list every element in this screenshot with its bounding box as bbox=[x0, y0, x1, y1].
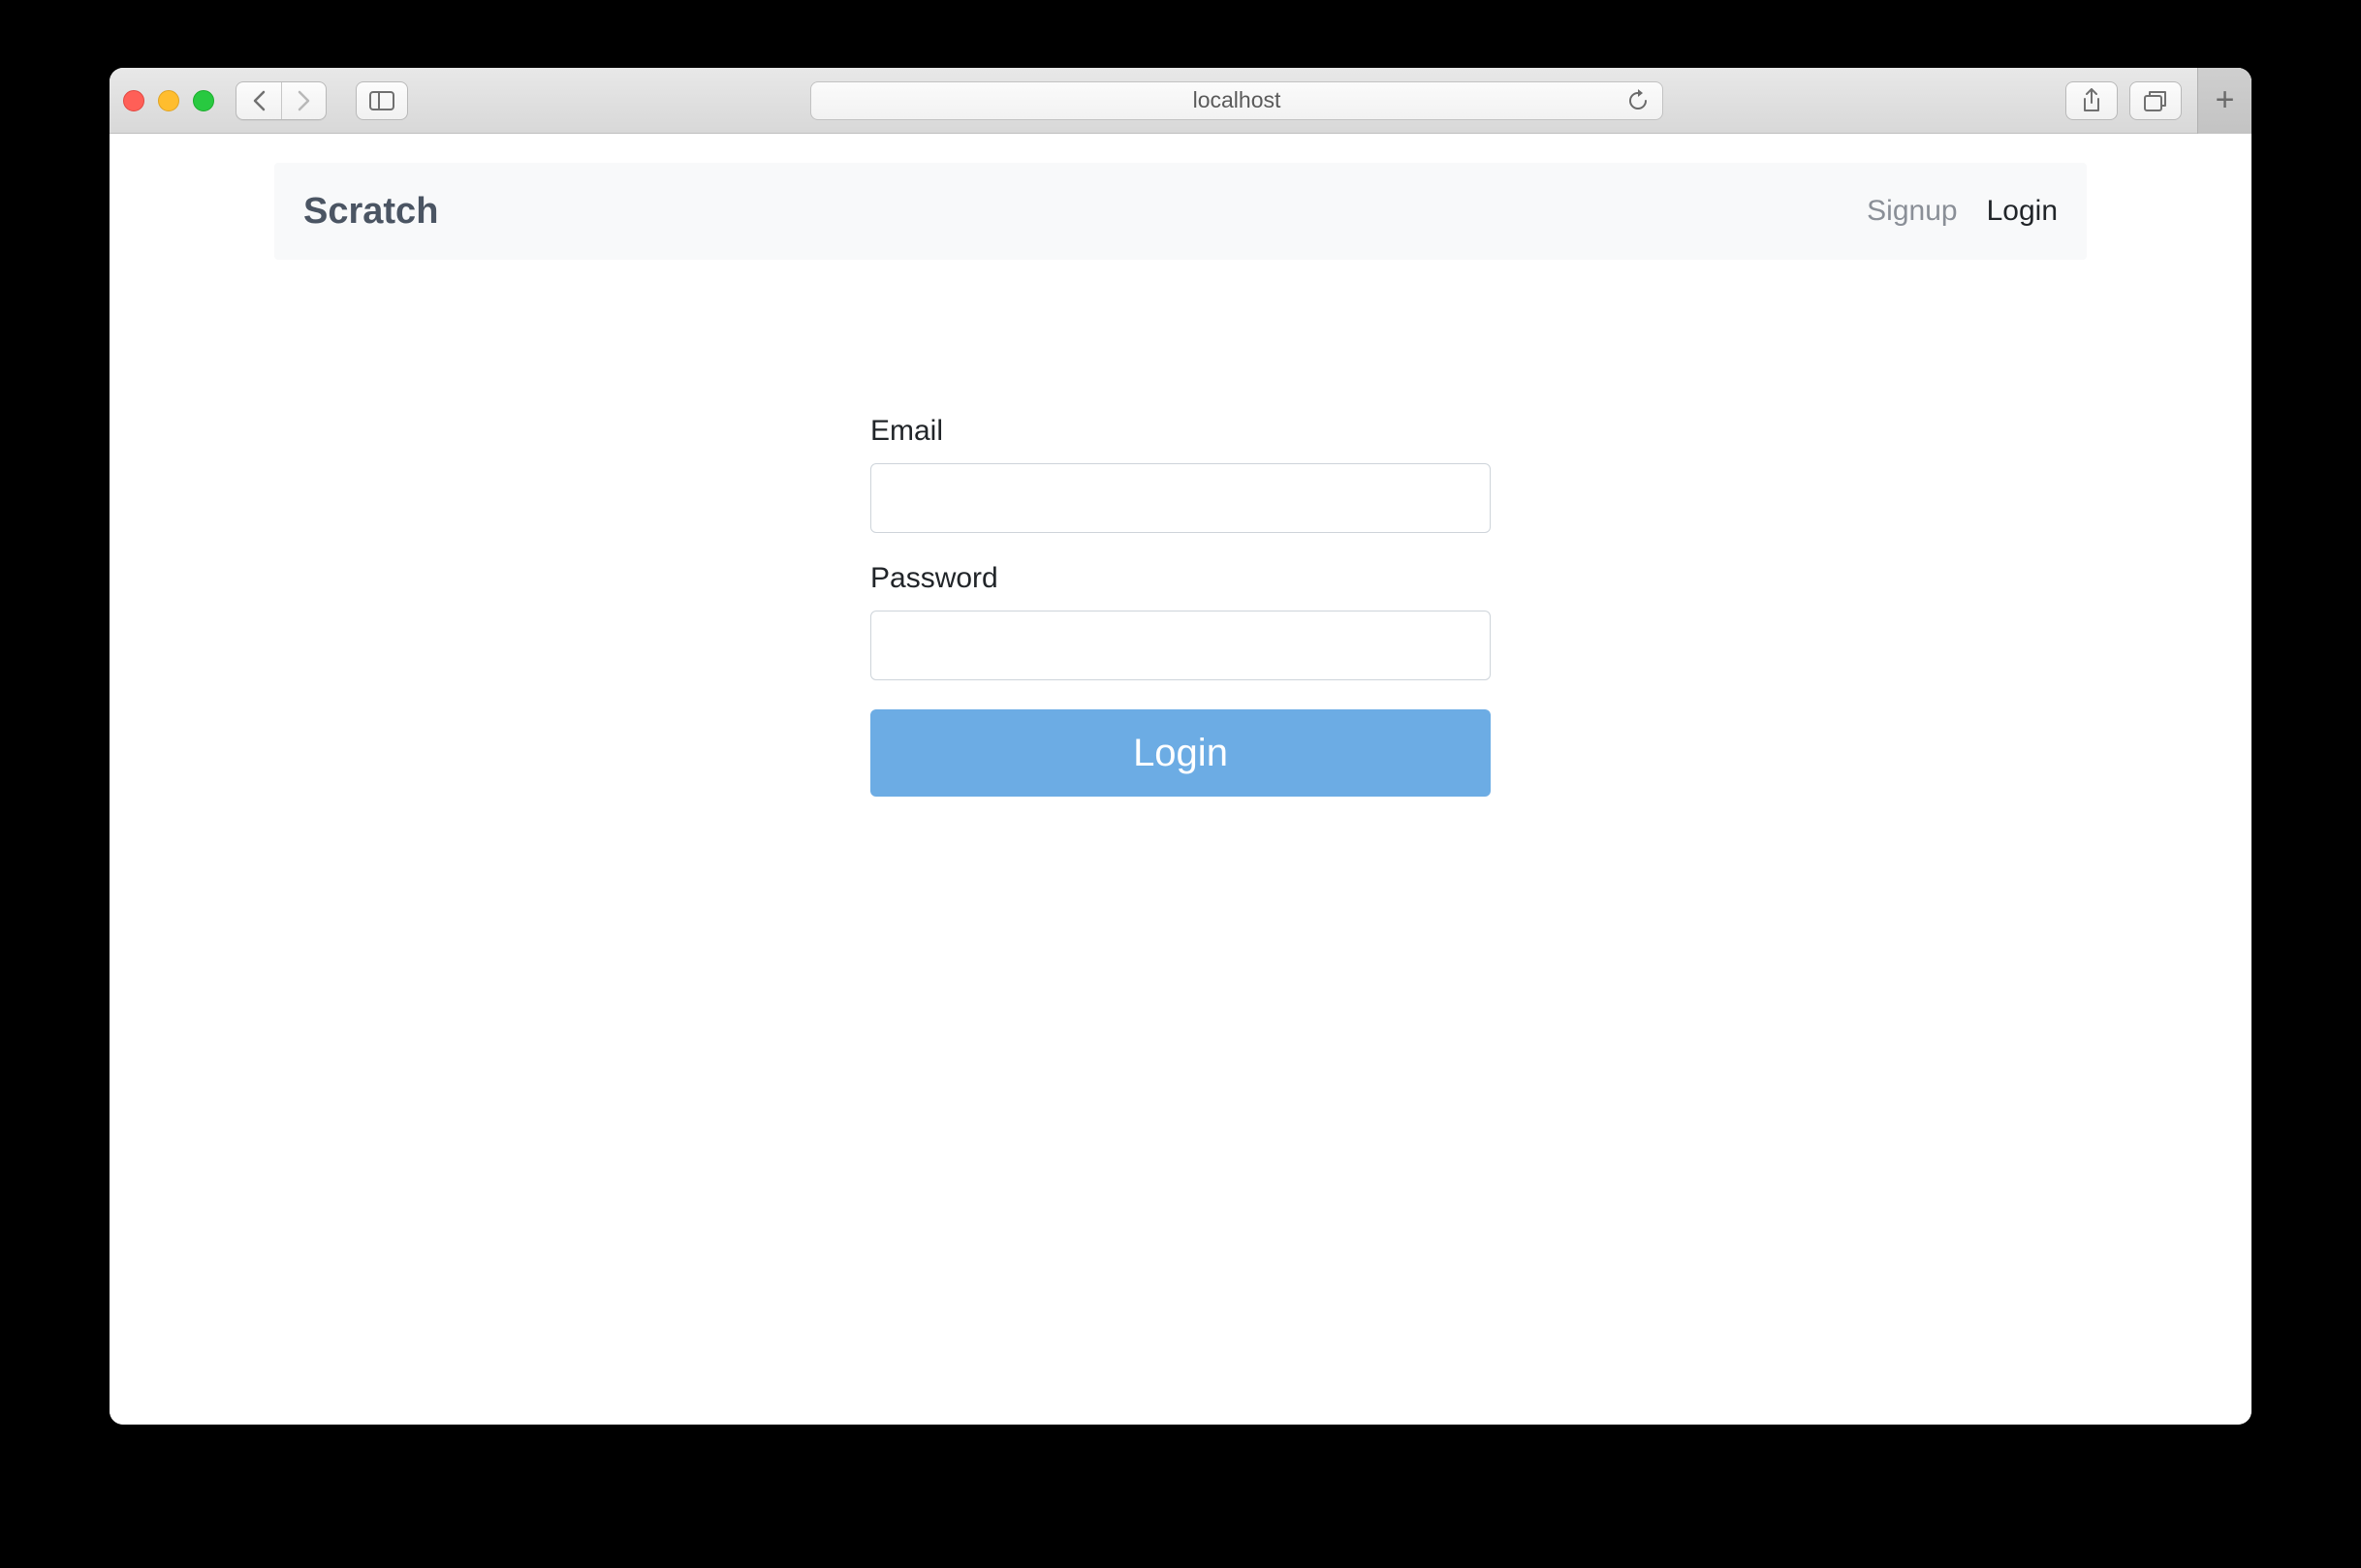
chevron-right-icon bbox=[298, 90, 311, 111]
password-field[interactable] bbox=[870, 611, 1491, 680]
login-button[interactable]: Login bbox=[870, 709, 1491, 797]
tabs-button[interactable] bbox=[2129, 81, 2182, 120]
email-group: Email bbox=[870, 415, 1491, 533]
browser-viewport: Scratch Signup Login Email Password Logi… bbox=[110, 134, 2251, 1425]
login-form: Email Password Login bbox=[870, 415, 1491, 797]
sidebar-toggle-button[interactable] bbox=[356, 81, 408, 120]
address-text: localhost bbox=[1193, 87, 1281, 113]
app-navbar: Scratch Signup Login bbox=[274, 163, 2087, 260]
maximize-window-button[interactable] bbox=[193, 90, 214, 111]
address-bar[interactable]: localhost bbox=[810, 81, 1663, 120]
password-label: Password bbox=[870, 562, 1491, 595]
share-button[interactable] bbox=[2065, 81, 2118, 120]
minimize-window-button[interactable] bbox=[158, 90, 179, 111]
plus-icon: + bbox=[2216, 81, 2235, 119]
back-button[interactable] bbox=[236, 82, 281, 119]
window-controls bbox=[123, 90, 214, 111]
share-icon bbox=[2081, 88, 2102, 113]
email-label: Email bbox=[870, 415, 1491, 448]
reload-button[interactable] bbox=[1627, 89, 1649, 112]
signup-link[interactable]: Signup bbox=[1867, 195, 1957, 228]
login-link[interactable]: Login bbox=[1987, 195, 2058, 228]
reload-icon bbox=[1627, 89, 1649, 112]
brand[interactable]: Scratch bbox=[303, 191, 438, 233]
forward-button[interactable] bbox=[281, 82, 326, 119]
sidebar-icon bbox=[369, 91, 394, 110]
email-field[interactable] bbox=[870, 463, 1491, 533]
chevron-left-icon bbox=[252, 90, 266, 111]
new-tab-button[interactable]: + bbox=[2197, 68, 2251, 134]
page-content: Scratch Signup Login Email Password Logi… bbox=[110, 134, 2251, 797]
toolbar-right bbox=[2065, 81, 2182, 120]
nav-links: Signup Login bbox=[1867, 195, 2058, 228]
browser-toolbar: localhost + bbox=[110, 68, 2251, 134]
navigation-buttons bbox=[236, 81, 327, 120]
tabs-icon bbox=[2144, 90, 2167, 111]
password-group: Password bbox=[870, 562, 1491, 680]
browser-window: localhost + Scratch Signup bbox=[110, 68, 2251, 1425]
close-window-button[interactable] bbox=[123, 90, 144, 111]
